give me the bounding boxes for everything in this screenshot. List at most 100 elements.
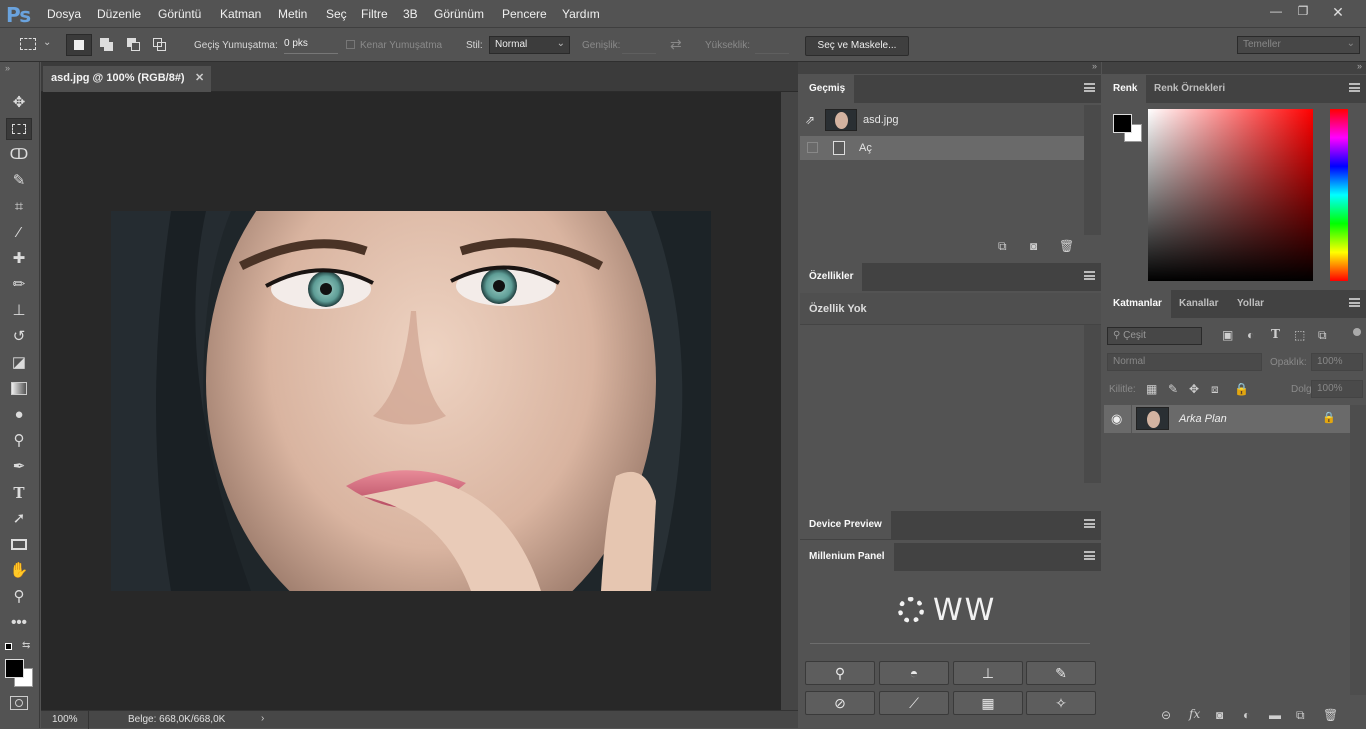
panel-menu-icon[interactable] [1084,83,1095,92]
spot-heal-button[interactable]: ⟋ [879,691,949,715]
trash-icon[interactable]: 🗑 [1059,239,1074,253]
swap-colors-icon[interactable]: ⇆ [22,640,30,651]
fill-input[interactable]: 100% [1311,380,1363,398]
feather-input[interactable]: 0 pks [284,38,338,54]
chevron-down-icon[interactable]: ⌄ [43,37,51,48]
menu-view[interactable]: Görünüm [434,7,484,21]
tab-swatches[interactable]: Renk Örnekleri [1145,75,1234,103]
panel-menu-icon[interactable] [1349,83,1360,92]
rectangular-marquee-tool-icon[interactable] [6,118,32,140]
brush-button[interactable]: ✎ [1026,661,1096,685]
blend-mode-select[interactable]: Normal [1107,353,1262,371]
eye-icon[interactable]: ◉ [1111,411,1122,427]
new-group-icon[interactable]: ▬ [1269,708,1281,722]
menu-edit[interactable]: Düzenle [97,7,141,21]
hand-tool-icon[interactable]: ✋ [6,560,32,582]
filter-toggle[interactable] [1353,328,1361,336]
filter-adjustment-icon[interactable]: ◐ [1247,328,1254,342]
intersect-selection-icon[interactable] [153,38,166,51]
restore-button[interactable]: ❐ [1292,4,1314,20]
lock-image-icon[interactable]: ✎ [1168,382,1178,396]
close-window-button[interactable]: ✕ [1327,4,1349,20]
blur-tool-icon[interactable]: ● [6,404,32,426]
properties-scrollbar[interactable] [1084,325,1101,483]
panel-menu-icon[interactable] [1084,519,1095,528]
close-tab-icon[interactable]: ✕ [195,71,204,84]
filter-shape-icon[interactable]: ⬚ [1294,328,1305,342]
lock-transparent-icon[interactable]: ▦ [1146,382,1157,396]
style-select[interactable]: Normal ⌄ [489,36,570,54]
canvas-image[interactable] [111,211,711,591]
default-colors-icon[interactable] [5,643,12,650]
menu-window[interactable]: Pencere [502,7,547,21]
gradient-tool-icon[interactable] [6,378,32,400]
history-brush-tool-icon[interactable]: ↺ [6,326,32,348]
antialias-checkbox[interactable] [346,40,355,49]
swap-icon[interactable]: ⇄ [670,36,682,53]
adjustment-layer-icon[interactable]: ◐ [1243,708,1250,722]
new-document-from-state-icon[interactable]: ⧉ [998,239,1007,254]
pen-tool-icon[interactable]: ✒ [6,456,32,478]
magic-wand-button[interactable]: ✧ [1026,691,1096,715]
panel-menu-icon[interactable] [1084,271,1095,280]
menu-type[interactable]: Metin [278,7,307,21]
add-mask-icon[interactable]: ◙ [1216,708,1223,722]
workspace-select[interactable]: Temeller ⌄ [1237,36,1360,54]
dodge-tool-icon[interactable]: ⚲ [6,430,32,452]
fx-icon[interactable]: fx [1189,707,1200,721]
filter-pixel-icon[interactable]: ▣ [1222,328,1233,342]
menu-help[interactable]: Yardım [562,7,600,21]
tab-channels[interactable]: Kanallar [1170,290,1227,318]
add-selection-icon[interactable] [100,38,113,51]
quick-mask-icon[interactable] [10,696,28,710]
tab-color[interactable]: Renk [1104,75,1147,103]
vertical-scrollbar[interactable] [781,92,798,710]
quick-selection-tool-icon[interactable]: ✎ [6,170,32,192]
crop-tool-icon[interactable]: ⌗ [6,196,32,218]
layers-scrollbar[interactable] [1350,405,1366,695]
zoom-level[interactable]: 100% [52,714,78,725]
tab-millenium-panel[interactable]: Millenium Panel [800,543,894,571]
rectangle-tool-icon[interactable] [6,534,32,556]
clone-stamp-tool-icon[interactable]: ⊥ [6,300,32,322]
history-item[interactable]: Aç [800,136,1084,160]
width-input[interactable] [622,38,656,54]
new-layer-icon[interactable]: ⧉ [1296,708,1305,723]
history-brush-source-checkbox[interactable] [807,142,818,153]
history-scrollbar[interactable] [1084,105,1101,235]
panel-menu-icon[interactable] [1084,551,1095,560]
foreground-color-swatch[interactable] [5,659,24,678]
filter-type-icon[interactable]: T [1271,327,1280,341]
menu-file[interactable]: Dosya [47,7,81,21]
collapse-toolbar-icon[interactable]: » [5,63,10,73]
bandage-button[interactable]: ⊘ [805,691,875,715]
new-selection-button[interactable] [66,34,92,56]
filter-smart-object-icon[interactable]: ⧉ [1318,328,1327,343]
eraser-tool-icon[interactable]: ◪ [6,352,32,374]
history-brush-source-icon[interactable]: ⇗ [805,113,815,127]
move-tool-icon[interactable]: ✥ [6,92,32,114]
tab-layers[interactable]: Katmanlar [1104,290,1171,318]
tab-paths[interactable]: Yollar [1228,290,1273,318]
layer-row[interactable]: ◉ Arka Plan 🔒 [1104,405,1350,433]
menu-filter[interactable]: Filtre [361,7,388,21]
zoom-tool-icon[interactable]: ⚲ [6,586,32,608]
tab-history[interactable]: Geçmiş [800,75,855,103]
healing-brush-tool-icon[interactable]: ✚ [6,248,32,270]
camera-icon[interactable]: ◙ [1030,239,1037,253]
height-input[interactable] [755,38,789,54]
menu-3d[interactable]: 3B [403,7,418,21]
collapse-dock-icon[interactable]: » [1092,61,1097,71]
collapse-dock-icon[interactable]: » [1357,61,1362,71]
layer-name[interactable]: Arka Plan [1179,413,1227,425]
minimize-button[interactable]: — [1265,4,1287,20]
hue-slider[interactable] [1330,109,1348,281]
history-snapshot[interactable]: ⇗ asd.jpg [800,105,1084,135]
chip-button[interactable]: ▦ [953,691,1023,715]
stamp-button[interactable]: ⊥ [953,661,1023,685]
lasso-tool-icon[interactable]: ↀ [6,144,32,166]
zoom-button[interactable]: ⚲ [805,661,875,685]
type-tool-icon[interactable]: T [6,482,32,504]
tab-properties[interactable]: Özellikler [800,263,863,291]
opacity-input[interactable]: 100% [1311,353,1363,371]
